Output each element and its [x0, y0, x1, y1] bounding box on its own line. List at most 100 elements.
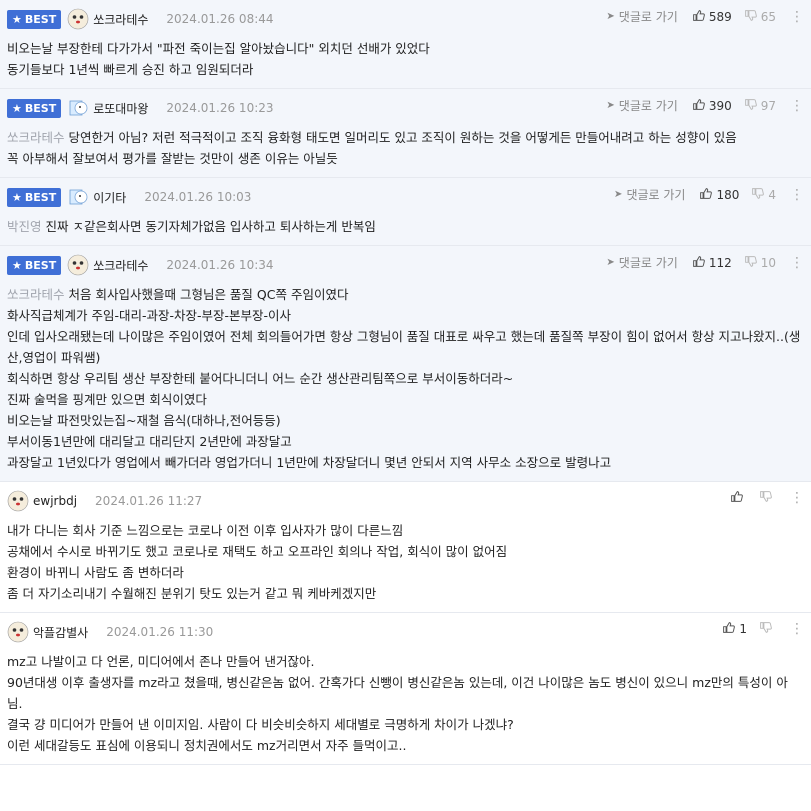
best-badge-label: BEST — [24, 101, 57, 115]
comment-item: ★ BEST 이기타 2024.01.26 10:03 ➤ 댓글로 가기 180 4 ⋮ 박진영 진… — [0, 178, 811, 246]
comment-text: 부서이동1년만에 대리달고 대리단지 2년만에 과장달고 — [7, 434, 292, 449]
more-icon[interactable]: ⋮ — [790, 98, 804, 114]
avatar[interactable] — [67, 254, 89, 276]
reply-arrow-icon: ➤ — [606, 100, 615, 111]
up-count: 180 — [716, 187, 740, 202]
more-icon[interactable]: ⋮ — [790, 9, 804, 25]
thumbs-down-button[interactable]: 10 — [744, 255, 776, 271]
comment-date: 2024.01.26 10:03 — [144, 190, 252, 204]
avatar[interactable] — [7, 621, 29, 643]
comment-line: 90년대생 이후 출생자를 mz라고 쳤을때, 병신같은놈 없어. 간혹가다 신… — [7, 672, 803, 714]
thumbs-up-button[interactable]: 1 — [722, 621, 747, 637]
comment-text: 90년대생 이후 출생자를 mz라고 쳤을때, 병신같은놈 없어. 간혹가다 신… — [7, 675, 788, 711]
reply-label: 댓글로 가기 — [618, 99, 678, 113]
reply-arrow-icon: ➤ — [614, 189, 623, 200]
more-icon[interactable]: ⋮ — [790, 187, 804, 203]
up-count: 112 — [708, 255, 732, 270]
thumbs-down-button[interactable] — [759, 621, 776, 637]
comment-line: 내가 다니는 회사 기준 느낌으로는 코로나 이전 이후 입사자가 많이 다른느… — [7, 520, 803, 541]
comment-actions: ➤ 댓글로 가기 180 4 ⋮ — [614, 186, 804, 203]
comment-text: 화사직급체계가 주임-대리-과장-차장-부장-본부장-이사 — [7, 308, 292, 323]
comment-line: 회식하면 항상 우리팀 생산 부장한테 붙어다니더니 어느 순간 생산관리팀쪽으… — [7, 368, 803, 389]
more-icon[interactable]: ⋮ — [790, 490, 804, 506]
comment-text: 내가 다니는 회사 기준 느낌으로는 코로나 이전 이후 입사자가 많이 다른느… — [7, 523, 404, 538]
up-count: 390 — [708, 98, 732, 113]
comment-line: 공채에서 수시로 바뀌기도 했고 코로나로 재택도 하고 오프라인 회의나 작업… — [7, 541, 803, 562]
best-badge: ★ BEST — [7, 187, 62, 207]
comment-body: 쏘크라테수 당연한거 아님? 저런 적극적이고 조직 융화형 태도면 일머리도 있… — [7, 127, 803, 169]
thumbs-down-icon — [759, 621, 772, 637]
avatar[interactable] — [67, 8, 89, 30]
comment-body: 내가 다니는 회사 기준 느낌으로는 코로나 이전 이후 입사자가 많이 다른느… — [7, 520, 803, 604]
down-count: 4 — [768, 187, 776, 202]
thumbs-up-icon — [692, 98, 705, 114]
comment-text: 당연한거 아님? 저런 적극적이고 조직 융화형 태도면 일머리도 있고 조직이… — [68, 130, 737, 145]
comment-text: 동기들보다 1년씩 빠르게 승진 하고 임원되더라 — [7, 62, 254, 77]
reply-link[interactable]: ➤ 댓글로 가기 — [606, 254, 677, 271]
reply-link[interactable]: ➤ 댓글로 가기 — [606, 8, 677, 25]
comment-line: 쏘크라테수 처음 회사입사했을때 그형님은 품질 QC쪽 주임이였다 — [7, 284, 803, 305]
avatar[interactable] — [67, 186, 89, 208]
reply-link[interactable]: ➤ 댓글로 가기 — [606, 97, 677, 114]
reply-label: 댓글로 가기 — [618, 256, 678, 270]
comment-item: ★ BEST 로또대마왕 2024.01.26 10:23 ➤ 댓글로 가기 390 97 ⋮ 쏘… — [0, 89, 811, 178]
comment-line: 화사직급체계가 주임-대리-과장-차장-부장-본부장-이사 — [7, 305, 803, 326]
thumbs-up-button[interactable]: 390 — [692, 98, 732, 114]
comment-line: 진짜 술먹을 핑계만 있으면 회식이였다 — [7, 389, 803, 410]
thumbs-down-icon — [744, 9, 757, 25]
nickname[interactable]: 악플감별사 — [33, 624, 88, 641]
comment-body: 박진영 진짜 ㅈ같은회사면 동기자체가없음 입사하고 퇴사하는게 반복임 — [7, 216, 803, 237]
nickname[interactable]: 쏘크라테수 — [93, 257, 148, 274]
thumbs-up-button[interactable]: 180 — [699, 187, 739, 203]
more-icon[interactable]: ⋮ — [790, 255, 804, 271]
comment-item: 악플감별사 2024.01.26 11:30 1 ⋮ mz고 나발이고 다 언론, 미디… — [0, 613, 811, 765]
thumbs-down-button[interactable] — [759, 490, 776, 506]
comment-item: ewjrbdj 2024.01.26 11:27 ⋮ 내가 다니는 회사 기준 느낌으… — [0, 482, 811, 613]
reply-arrow-icon: ➤ — [606, 257, 615, 268]
comment-line: mz고 나발이고 다 언론, 미디어에서 존나 만들어 낸거잖아. — [7, 651, 803, 672]
thumbs-down-button[interactable]: 4 — [751, 187, 776, 203]
comment-actions: ➤ 댓글로 가기 112 10 ⋮ — [606, 254, 804, 271]
comment-date: 2024.01.26 10:23 — [166, 101, 274, 115]
thumbs-down-button[interactable]: 65 — [744, 9, 776, 25]
nickname[interactable]: 이기타 — [93, 189, 126, 206]
comment-actions: ➤ 댓글로 가기 390 97 ⋮ — [606, 97, 804, 114]
comment-text: 좀 더 자기소리내기 수월해진 분위기 탓도 있는거 같고 뭐 케바케겠지만 — [7, 586, 377, 601]
comment-header: 악플감별사 2024.01.26 11:30 — [7, 619, 803, 645]
star-icon: ★ — [12, 258, 22, 272]
more-icon[interactable]: ⋮ — [790, 621, 804, 637]
thumbs-up-button[interactable]: 589 — [692, 9, 732, 25]
comment-line: 비오는날 파전맛있는집~재철 음식(대하나,전어등등) — [7, 410, 803, 431]
avatar[interactable] — [67, 97, 89, 119]
comment-actions: ➤ 댓글로 가기 589 65 ⋮ — [606, 8, 804, 25]
mention[interactable]: 쏘크라테수 — [7, 287, 65, 302]
reply-label: 댓글로 가기 — [626, 188, 686, 202]
thumbs-down-icon — [744, 255, 757, 271]
star-icon: ★ — [12, 12, 22, 26]
thumbs-up-button[interactable] — [730, 490, 747, 506]
thumbs-up-button[interactable]: 112 — [692, 255, 732, 271]
comment-body: 비오는날 부장한테 다가가서 "파전 죽이는집 알아놨습니다" 외치던 선배가 … — [7, 38, 803, 80]
down-count: 10 — [760, 255, 776, 270]
nickname[interactable]: 로또대마왕 — [93, 100, 148, 117]
reply-link[interactable]: ➤ 댓글로 가기 — [614, 186, 685, 203]
nickname[interactable]: 쏘크라테수 — [93, 11, 148, 28]
comment-line: 이런 세대갈등도 표심에 이용되니 정치권에서도 mz거리면서 자주 들먹이고.… — [7, 735, 803, 756]
comment-actions: 1 ⋮ — [722, 621, 804, 637]
comment-line: 부서이동1년만에 대리달고 대리단지 2년만에 과장달고 — [7, 431, 803, 452]
comment-text: 과장달고 1년있다가 영업에서 빼가더라 영업가더니 1년만에 차장달더니 몇년… — [7, 455, 612, 470]
nickname[interactable]: ewjrbdj — [33, 494, 77, 508]
best-badge-label: BEST — [24, 258, 57, 272]
avatar[interactable] — [7, 490, 29, 512]
best-badge: ★ BEST — [7, 98, 62, 118]
mention[interactable]: 박진영 — [7, 219, 42, 234]
comment-text: 이런 세대갈등도 표심에 이용되니 정치권에서도 mz거리면서 자주 들먹이고.… — [7, 738, 407, 753]
comment-line: 환경이 바뀌니 사람도 좀 변하더라 — [7, 562, 803, 583]
best-badge: ★ BEST — [7, 9, 62, 29]
best-badge: ★ BEST — [7, 255, 62, 275]
up-count: 1 — [739, 622, 747, 636]
comment-line: 쏘크라테수 당연한거 아님? 저런 적극적이고 조직 융화형 태도면 일머리도 있… — [7, 127, 803, 148]
star-icon: ★ — [12, 190, 22, 204]
thumbs-down-button[interactable]: 97 — [744, 98, 776, 114]
mention[interactable]: 쏘크라테수 — [7, 130, 65, 145]
